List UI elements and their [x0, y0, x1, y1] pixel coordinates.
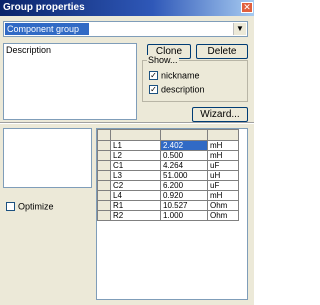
- param-unit-cell[interactable]: uH: [207, 170, 239, 181]
- param-unit-cell[interactable]: Ohm: [207, 200, 239, 211]
- title-bar[interactable]: Group properties ✕: [0, 0, 254, 16]
- param-name-cell[interactable]: R1: [110, 200, 161, 211]
- param-value-cell[interactable]: 0.920: [160, 190, 208, 201]
- parameter-table: L1 2.402 mH L2 0.500 mH C1 4.264 uF L3 5…: [97, 129, 239, 221]
- param-unit-cell[interactable]: uF: [207, 160, 239, 171]
- table-row[interactable]: L4 0.920 mH: [97, 190, 239, 201]
- param-value-cell[interactable]: 10.527: [160, 200, 208, 211]
- param-name-cell[interactable]: L4: [110, 190, 161, 201]
- close-icon[interactable]: ✕: [241, 2, 253, 13]
- row-header-cell[interactable]: [97, 160, 111, 171]
- group-list-box[interactable]: [3, 128, 92, 188]
- nickname-checkbox-row[interactable]: ✓ nickname: [149, 70, 200, 81]
- table-row[interactable]: L1 2.402 mH: [97, 140, 239, 151]
- description-text: Description: [6, 45, 52, 55]
- param-name-cell[interactable]: L2: [110, 150, 161, 161]
- optimize-label: Optimize: [18, 201, 54, 212]
- delete-button[interactable]: Delete: [196, 44, 248, 59]
- table-row[interactable]: C2 6.200 uF: [97, 180, 239, 191]
- table-row[interactable]: L3 51.000 uH: [97, 170, 239, 181]
- nickname-checkbox[interactable]: ✓: [149, 71, 158, 81]
- param-value-cell[interactable]: 2.402: [160, 140, 208, 151]
- param-name-cell[interactable]: L3: [110, 170, 161, 181]
- wizard-button[interactable]: Wizard...: [192, 107, 248, 122]
- param-unit-cell[interactable]: Ohm: [207, 210, 239, 221]
- row-header-cell[interactable]: [97, 190, 111, 201]
- row-header-cell[interactable]: [97, 200, 111, 211]
- param-value-cell[interactable]: 1.000: [160, 210, 208, 221]
- grid-header-cell[interactable]: [160, 129, 208, 141]
- param-name-cell[interactable]: L1: [110, 140, 161, 151]
- row-header-cell[interactable]: [97, 180, 111, 191]
- param-value-cell[interactable]: 0.500: [160, 150, 208, 161]
- grid-header-cell[interactable]: [207, 129, 239, 141]
- row-header-cell[interactable]: [97, 140, 111, 151]
- param-unit-cell[interactable]: mH: [207, 140, 239, 151]
- row-header-cell[interactable]: [97, 170, 111, 181]
- table-row[interactable]: R1 10.527 Ohm: [97, 200, 239, 211]
- group-properties-window: Group properties ✕ Component group ▼ Des…: [0, 0, 254, 305]
- optimize-checkbox[interactable]: [6, 202, 15, 212]
- parameter-grid[interactable]: L1 2.402 mH L2 0.500 mH C1 4.264 uF L3 5…: [96, 128, 248, 300]
- row-header-cell[interactable]: [97, 150, 111, 161]
- param-name-cell[interactable]: C2: [110, 180, 161, 191]
- divider: [0, 122, 254, 124]
- description-checkbox-label: description: [161, 84, 205, 95]
- param-value-cell[interactable]: 6.200: [160, 180, 208, 191]
- description-textarea[interactable]: Description: [3, 43, 137, 120]
- table-row[interactable]: C1 4.264 uF: [97, 160, 239, 171]
- group-type-select[interactable]: Component group ▼: [3, 21, 248, 37]
- param-value-cell[interactable]: 4.264: [160, 160, 208, 171]
- description-checkbox-row[interactable]: ✓ description: [149, 84, 205, 95]
- chevron-down-icon[interactable]: ▼: [233, 23, 246, 35]
- show-groupbox: Show... ✓ nickname ✓ description: [142, 55, 248, 102]
- table-row[interactable]: L2 0.500 mH: [97, 150, 239, 161]
- description-checkbox[interactable]: ✓: [149, 85, 158, 95]
- param-name-cell[interactable]: R2: [110, 210, 161, 221]
- show-legend: Show...: [147, 55, 179, 65]
- grid-header-cell[interactable]: [97, 129, 111, 141]
- table-row[interactable]: R2 1.000 Ohm: [97, 210, 239, 221]
- grid-header-cell[interactable]: [110, 129, 161, 141]
- param-unit-cell[interactable]: mH: [207, 150, 239, 161]
- nickname-label: nickname: [161, 70, 200, 81]
- param-name-cell[interactable]: C1: [110, 160, 161, 171]
- param-value-cell[interactable]: 51.000: [160, 170, 208, 181]
- param-unit-cell[interactable]: uF: [207, 180, 239, 191]
- window-title: Group properties: [3, 2, 85, 13]
- grid-header-row: [97, 129, 239, 141]
- group-type-value: Component group: [5, 23, 89, 35]
- param-unit-cell[interactable]: mH: [207, 190, 239, 201]
- optimize-checkbox-row[interactable]: Optimize: [6, 201, 54, 212]
- row-header-cell[interactable]: [97, 210, 111, 221]
